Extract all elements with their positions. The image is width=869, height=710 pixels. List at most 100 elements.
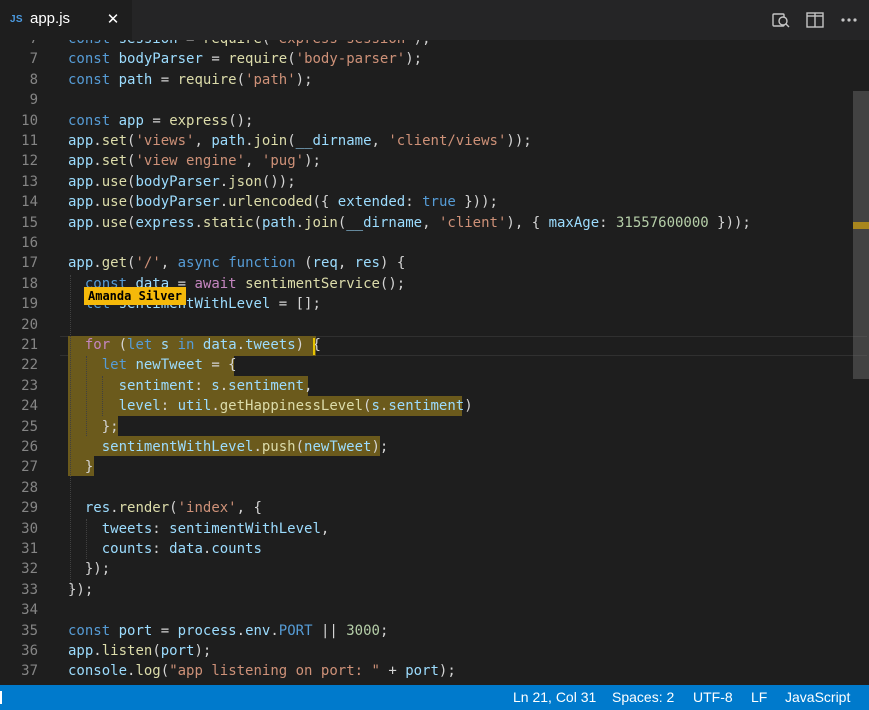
line-number: 28 xyxy=(21,479,38,496)
code-line[interactable]: 9 xyxy=(0,90,869,110)
scrollbar-selection-marker xyxy=(853,222,869,229)
code-line[interactable]: 15 app.use(express.static(path.join(__dir… xyxy=(0,213,869,233)
more-actions-icon[interactable] xyxy=(837,8,861,32)
code-line[interactable]: 11 app.set('views', path.join(__dirname, … xyxy=(0,131,869,151)
code-text: let newTweet = { xyxy=(101,357,237,374)
indentation-status[interactable]: Spaces: 2 xyxy=(612,685,674,710)
code-line[interactable]: 22 let newTweet = { xyxy=(0,355,869,375)
line-number: 26 xyxy=(21,439,38,455)
code-text: }; xyxy=(68,418,119,435)
language-mode-status[interactable]: JavaScript xyxy=(785,685,850,710)
code-line[interactable]: 21 for (let s in data.tweets) { xyxy=(0,335,869,355)
code-text: const bodyParser = require('body-parser'… xyxy=(68,51,423,68)
code-text: app.use(express.static(path.join(__dirna… xyxy=(68,214,751,231)
code-line[interactable]: 31 counts: data.counts xyxy=(0,539,869,559)
close-icon[interactable]: ✕ xyxy=(104,9,122,29)
code-line[interactable]: 36 app.listen(port); xyxy=(0,641,869,661)
line-number: 20 xyxy=(21,316,38,333)
code-line[interactable]: 26 sentimentWithLevel.push(newTweet); xyxy=(0,437,869,457)
line-number: 22 xyxy=(21,357,38,374)
tab-app-js[interactable]: JS app.js ✕ xyxy=(0,0,132,40)
split-editor-icon[interactable] xyxy=(803,8,827,32)
line-number: 15 xyxy=(21,214,38,231)
code-line[interactable]: 37 console.log("app listening on port: " … xyxy=(0,661,869,681)
line-number: 27 xyxy=(21,459,38,476)
javascript-file-icon: JS xyxy=(10,14,23,25)
code-line[interactable]: 28 xyxy=(0,478,869,498)
line-number: 34 xyxy=(21,602,38,619)
code-line[interactable]: 7 const bodyParser = require('body-parser… xyxy=(0,49,869,69)
line-number: 32 xyxy=(21,561,38,578)
code-line[interactable]: 13 app.use(bodyParser.json()); xyxy=(0,172,869,192)
line-number: 29 xyxy=(21,500,38,517)
code-line[interactable]: 8 const path = require('path'); xyxy=(0,70,869,90)
code-text: res.render('index', { xyxy=(84,500,262,517)
line-number: 14 xyxy=(21,194,38,211)
line-number: 24 xyxy=(21,398,38,415)
code-line[interactable]: 23 sentiment: s.sentiment, xyxy=(0,376,869,396)
code-text: for (let s in data.tweets) { xyxy=(84,337,321,353)
code-text: app.use(bodyParser.json()); xyxy=(68,173,296,190)
code-text: }); xyxy=(68,561,111,578)
code-text: app.listen(port); xyxy=(68,643,212,659)
scrollbar-thumb[interactable] xyxy=(853,91,869,379)
cursor-position-status[interactable]: Ln 21, Col 31 xyxy=(513,685,596,710)
code-line[interactable]: 17 app.get('/', async function (req, res)… xyxy=(0,253,869,273)
code-text: counts: data.counts xyxy=(101,541,262,557)
code-text: tweets: sentimentWithLevel, xyxy=(101,520,330,537)
code-line[interactable]: 29 res.render('index', { xyxy=(0,498,869,518)
code-line[interactable]: 25 }; xyxy=(0,417,869,437)
line-number: 37 xyxy=(21,663,38,680)
code-line[interactable]: 24 level: util.getHappinessLevel(s.senti… xyxy=(0,396,869,416)
code-line[interactable]: 32 }); xyxy=(0,559,869,579)
code-line[interactable]: 16 xyxy=(0,233,869,253)
status-bar: Ln 21, Col 31 Spaces: 2 UTF-8 LF JavaScr… xyxy=(0,685,869,710)
line-number: 31 xyxy=(21,541,38,557)
line-number: 16 xyxy=(21,235,38,251)
code-line[interactable]: 33}); xyxy=(0,580,869,600)
line-number: 30 xyxy=(21,520,38,537)
code-text: sentimentWithLevel.push(newTweet); xyxy=(101,439,389,455)
encoding-status[interactable]: UTF-8 xyxy=(693,685,733,710)
line-number: 7 xyxy=(29,51,38,68)
code-text: level: util.getHappinessLevel(s.sentimen… xyxy=(118,398,473,415)
line-number: 12 xyxy=(21,153,38,170)
status-bar-left-indicator xyxy=(0,691,2,704)
line-number: 35 xyxy=(21,622,38,639)
line-number: 19 xyxy=(21,296,38,313)
line-number: 36 xyxy=(21,643,38,659)
code-line[interactable]: 34 xyxy=(0,600,869,620)
code-text: }); xyxy=(68,581,94,598)
line-number: 17 xyxy=(21,255,38,272)
code-line[interactable]: 27 } xyxy=(0,457,869,477)
tab-label: app.js xyxy=(30,10,71,27)
code-line[interactable]: 35 const port = process.env.PORT || 3000; xyxy=(0,621,869,641)
code-line[interactable]: 14 app.use(bodyParser.urlencoded({ extend… xyxy=(0,192,869,212)
code-text: const path = require('path'); xyxy=(68,71,313,88)
line-number: 10 xyxy=(21,112,38,129)
code-editor[interactable]: 7const session = require('express-sessio… xyxy=(0,30,869,685)
code-text: const app = express(); xyxy=(68,112,254,129)
line-number: 21 xyxy=(21,337,38,353)
line-number: 9 xyxy=(29,92,38,109)
remote-cursor xyxy=(313,338,315,355)
code-line[interactable]: 30 tweets: sentimentWithLevel, xyxy=(0,519,869,539)
code-text: app.set('views', path.join(__dirname, 'c… xyxy=(68,133,532,149)
code-text: app.set('view engine', 'pug'); xyxy=(68,153,321,170)
code-line[interactable]: 20 xyxy=(0,315,869,335)
line-number: 33 xyxy=(21,581,38,598)
code-text: app.use(bodyParser.urlencoded({ extended… xyxy=(68,194,498,211)
code-line[interactable]: 12 app.set('view engine', 'pug'); xyxy=(0,151,869,171)
code-text: console.log("app listening on port: " + … xyxy=(68,663,456,680)
line-number: 13 xyxy=(21,173,38,190)
code-text: } xyxy=(68,459,94,476)
code-text: const port = process.env.PORT || 3000; xyxy=(68,622,389,639)
eol-status[interactable]: LF xyxy=(751,685,767,710)
line-number: 18 xyxy=(21,275,38,292)
line-number: 25 xyxy=(21,418,38,435)
line-number: 11 xyxy=(21,133,38,149)
collaborator-presence-flag: Amanda Silver xyxy=(84,287,186,305)
tab-bar: JS app.js ✕ xyxy=(0,0,869,40)
code-line[interactable]: 10 const app = express(); xyxy=(0,111,869,131)
open-changes-icon[interactable] xyxy=(769,8,793,32)
